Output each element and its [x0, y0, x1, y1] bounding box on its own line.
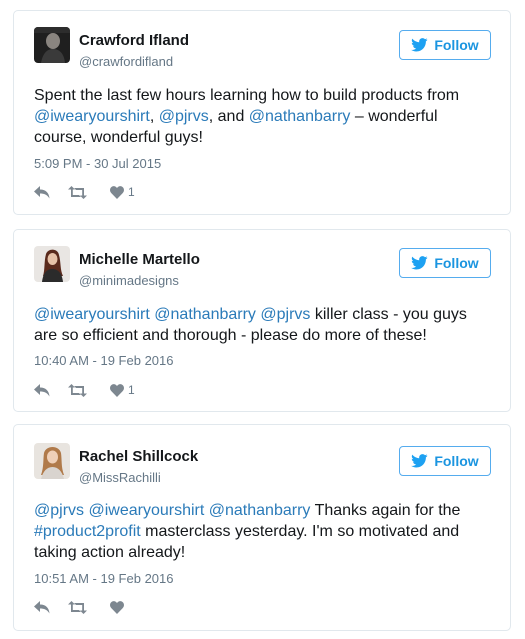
user-name[interactable]: Rachel Shillcock — [79, 448, 198, 465]
mention-link[interactable]: @pjrvs — [260, 306, 310, 323]
reply-button[interactable] — [34, 185, 68, 199]
follow-button[interactable]: Follow — [399, 248, 491, 278]
avatar[interactable] — [34, 27, 70, 63]
user-name[interactable]: Michelle Martello — [79, 251, 200, 268]
mention-link[interactable]: @nathanbarry — [249, 108, 351, 125]
tweet-text-segment: Thanks again for the — [310, 502, 461, 519]
follow-label: Follow — [434, 255, 479, 271]
tweet-actions: 1 — [34, 380, 150, 400]
mention-link[interactable]: @pjrvs — [159, 108, 209, 125]
tweet-actions — [34, 597, 150, 617]
follow-label: Follow — [434, 37, 479, 53]
reply-icon — [34, 383, 50, 396]
reply-icon — [34, 185, 50, 198]
tweet-text: @iwearyourshirt @nathanbarry @pjrvs kill… — [34, 304, 480, 346]
tweet-card: Rachel Shillcock @MissRachilli Follow @p… — [13, 424, 511, 631]
retweet-icon — [68, 383, 87, 397]
reply-button[interactable] — [34, 383, 68, 397]
like-button[interactable]: 1 — [110, 185, 150, 199]
mention-link[interactable]: @nathanbarry — [154, 306, 256, 323]
tweet-actions: 1 — [34, 182, 150, 202]
tweet-timestamp[interactable]: 5:09 PM - 30 Jul 2015 — [34, 156, 161, 171]
hashtag-link[interactable]: #product2profit — [34, 523, 141, 540]
user-handle[interactable]: @MissRachilli — [79, 470, 161, 485]
retweet-button[interactable] — [68, 185, 110, 199]
reply-icon — [34, 600, 50, 613]
retweet-button[interactable] — [68, 383, 110, 397]
tweet-text: Spent the last few hours learning how to… — [34, 85, 480, 148]
twitter-bird-icon — [411, 256, 428, 270]
mention-link[interactable]: @iwearyourshirt — [34, 108, 150, 125]
avatar[interactable] — [34, 246, 70, 282]
like-button[interactable]: 1 — [110, 383, 150, 397]
tweet-card: Crawford Ifland @crawfordifland Follow S… — [13, 10, 511, 215]
follow-label: Follow — [434, 453, 479, 469]
tweet-text-segment: Spent the last few hours learning how to… — [34, 87, 460, 104]
mention-link[interactable]: @pjrvs — [34, 502, 84, 519]
retweet-icon — [68, 185, 87, 199]
mention-link[interactable]: @iwearyourshirt — [88, 502, 204, 519]
user-name[interactable]: Crawford Ifland — [79, 32, 189, 49]
heart-icon — [110, 600, 124, 614]
twitter-bird-icon — [411, 38, 428, 52]
follow-button[interactable]: Follow — [399, 30, 491, 60]
mention-link[interactable]: @iwearyourshirt — [34, 306, 150, 323]
tweet-text: @pjrvs @iwearyourshirt @nathanbarry Than… — [34, 500, 480, 563]
reply-button[interactable] — [34, 600, 68, 614]
heart-icon — [110, 383, 124, 397]
tweet-timestamp[interactable]: 10:51 AM - 19 Feb 2016 — [34, 571, 173, 586]
like-button[interactable] — [110, 600, 150, 614]
like-count: 1 — [128, 185, 135, 199]
user-handle[interactable]: @crawfordifland — [79, 54, 173, 69]
tweet-timestamp[interactable]: 10:40 AM - 19 Feb 2016 — [34, 353, 173, 368]
heart-icon — [110, 185, 124, 199]
retweet-icon — [68, 600, 87, 614]
tweet-text-segment: , — [149, 108, 159, 125]
tweet-text-segment: , and — [208, 108, 249, 125]
like-count: 1 — [128, 383, 135, 397]
twitter-bird-icon — [411, 454, 428, 468]
tweet-card: Michelle Martello @minimadesigns Follow … — [13, 229, 511, 412]
user-handle[interactable]: @minimadesigns — [79, 273, 179, 288]
follow-button[interactable]: Follow — [399, 446, 491, 476]
avatar[interactable] — [34, 443, 70, 479]
retweet-button[interactable] — [68, 600, 110, 614]
mention-link[interactable]: @nathanbarry — [209, 502, 311, 519]
